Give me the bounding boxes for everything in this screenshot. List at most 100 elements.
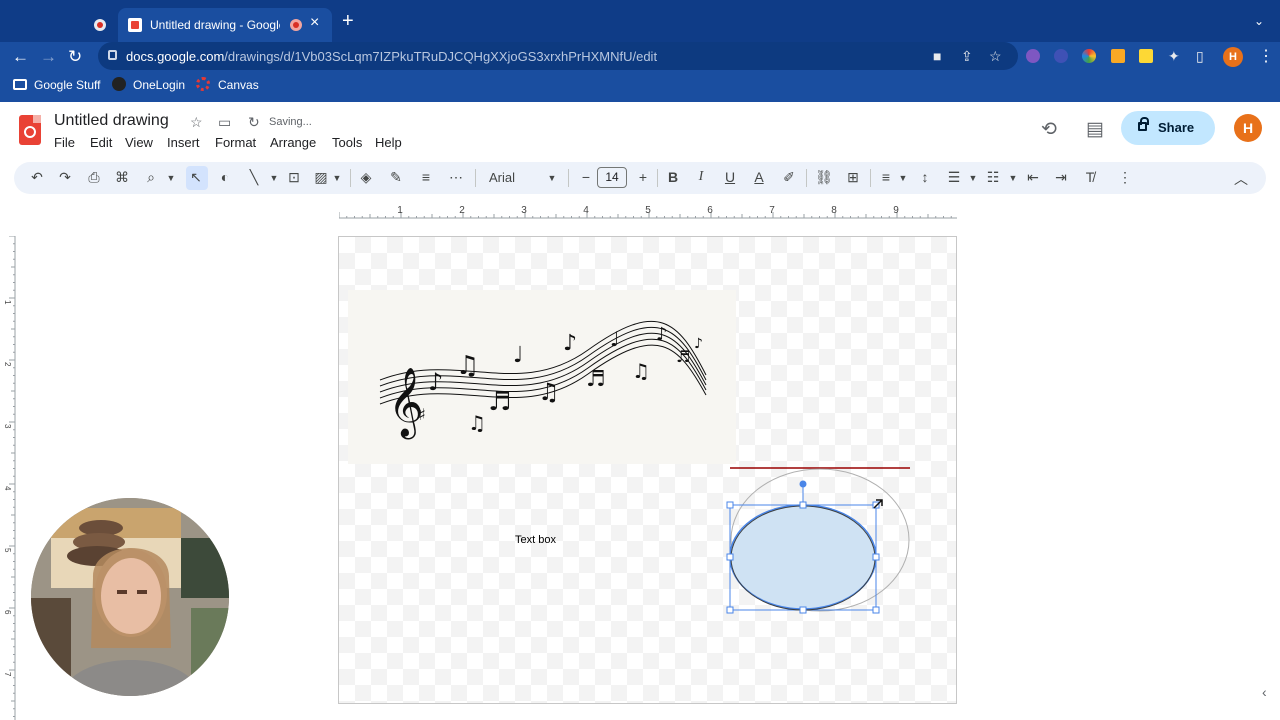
bulleted-list-icon[interactable]: ☰ bbox=[944, 169, 964, 186]
resize-handle[interactable] bbox=[799, 606, 807, 614]
extension-icon[interactable] bbox=[1026, 49, 1040, 63]
side-panel-toggle-icon[interactable]: ‹ bbox=[1262, 684, 1267, 700]
numbered-list-icon[interactable]: ☷ bbox=[983, 169, 1003, 186]
profile-avatar[interactable]: H bbox=[1223, 47, 1243, 67]
resize-handle[interactable] bbox=[726, 553, 734, 561]
menu-view[interactable]: View bbox=[125, 135, 153, 150]
underline-icon[interactable]: U bbox=[720, 169, 740, 185]
menu-file[interactable]: File bbox=[54, 135, 75, 150]
text-box-tool-icon[interactable]: ⊡ bbox=[284, 169, 304, 186]
separator bbox=[568, 169, 569, 187]
forward-icon[interactable]: → bbox=[40, 47, 57, 67]
resize-handle[interactable] bbox=[726, 606, 734, 614]
back-icon[interactable]: ← bbox=[12, 47, 29, 67]
move-folder-icon[interactable]: ▭ bbox=[218, 114, 231, 131]
separator bbox=[475, 169, 476, 187]
comments-icon[interactable]: ▤ bbox=[1086, 118, 1104, 141]
text-box[interactable]: Text box bbox=[515, 534, 556, 546]
undo-icon[interactable]: ↶ bbox=[27, 169, 47, 186]
version-history-icon[interactable]: ⟲ bbox=[1041, 118, 1057, 141]
side-panel-icon[interactable]: ▯ bbox=[1196, 48, 1204, 65]
resize-handle[interactable] bbox=[726, 501, 734, 509]
star-icon[interactable]: ☆ bbox=[190, 114, 203, 131]
menu-help[interactable]: Help bbox=[375, 135, 402, 150]
rotate-handle[interactable] bbox=[799, 480, 807, 488]
align-dropdown-icon[interactable]: ▼ bbox=[893, 173, 913, 183]
shape-tool-icon[interactable]: ◐ bbox=[215, 169, 235, 185]
collapse-toolbar-icon[interactable]: ︿ bbox=[1231, 169, 1251, 189]
text-color-icon[interactable]: A bbox=[749, 169, 769, 185]
increase-font-size-icon[interactable]: + bbox=[633, 169, 653, 185]
print-icon[interactable]: ⎙ bbox=[84, 169, 104, 186]
share-label: Share bbox=[1158, 120, 1195, 135]
menu-insert[interactable]: Insert bbox=[167, 135, 200, 150]
line-spacing-icon[interactable]: ↕ bbox=[915, 169, 935, 185]
decrease-font-size-icon[interactable]: − bbox=[576, 169, 596, 185]
border-weight-icon[interactable]: ≡ bbox=[416, 169, 436, 185]
active-tab[interactable]: Untitled drawing - Google Drawings × bbox=[118, 8, 332, 42]
highlight-icon[interactable]: ✐ bbox=[779, 169, 799, 186]
svg-text:𝄞: 𝄞 bbox=[388, 367, 423, 439]
close-tab-icon[interactable]: × bbox=[310, 14, 319, 32]
color-extension-icon[interactable] bbox=[1082, 49, 1096, 63]
horizontal-ruler[interactable]: 1 2 3 4 5 6 7 8 9 bbox=[339, 203, 957, 219]
resize-handle[interactable] bbox=[799, 501, 807, 509]
extension-icon[interactable] bbox=[1139, 49, 1153, 63]
resize-handle[interactable] bbox=[872, 553, 880, 561]
reload-icon[interactable]: ↻ bbox=[68, 47, 82, 67]
more-options-icon[interactable]: ⋮ bbox=[1115, 169, 1135, 186]
insert-link-icon[interactable]: ⛓ bbox=[814, 169, 834, 186]
bookmark-star-icon[interactable]: ☆ bbox=[989, 48, 1002, 65]
redo-icon[interactable]: ↷ bbox=[55, 169, 75, 186]
webcam-video bbox=[31, 498, 229, 696]
bookmark-google-stuff[interactable]: Google Stuff bbox=[34, 78, 101, 92]
increase-indent-icon[interactable]: ⇥ bbox=[1051, 169, 1071, 186]
italic-icon[interactable]: I bbox=[691, 169, 711, 185]
document-title[interactable]: Untitled drawing bbox=[54, 112, 169, 130]
vertical-ruler[interactable]: 1 2 3 4 5 6 7 bbox=[0, 236, 16, 720]
bookmark-canvas[interactable]: Canvas bbox=[218, 78, 259, 92]
extension-icon[interactable] bbox=[1054, 49, 1068, 63]
font-family-select[interactable]: Arial bbox=[489, 170, 515, 185]
border-color-icon[interactable]: ✎ bbox=[386, 169, 406, 186]
add-comment-icon[interactable]: ⊞ bbox=[843, 169, 863, 186]
tab-search-chevron-icon[interactable]: ⌄ bbox=[1254, 14, 1264, 28]
share-button[interactable]: Share bbox=[1121, 111, 1215, 145]
recording-tab-icon[interactable] bbox=[94, 19, 106, 31]
zoom-icon[interactable]: ⌕ bbox=[141, 169, 161, 186]
paint-format-icon[interactable]: ⌘ bbox=[112, 169, 132, 186]
new-tab-button[interactable]: + bbox=[342, 11, 354, 31]
url-text[interactable]: docs.google.com/drawings/d/1Vb03ScLqm7IZ… bbox=[126, 49, 657, 64]
timer-extension-icon[interactable] bbox=[1111, 49, 1125, 63]
select-tool-icon[interactable]: ↖ bbox=[186, 169, 206, 186]
bullet-dropdown-icon[interactable]: ▼ bbox=[963, 173, 983, 183]
border-dash-icon[interactable]: ⋯ bbox=[446, 169, 466, 186]
menu-arrange[interactable]: Arrange bbox=[270, 135, 316, 150]
fill-color-icon[interactable]: ◈ bbox=[356, 169, 376, 186]
lock-icon[interactable] bbox=[108, 50, 117, 60]
drawings-logo[interactable] bbox=[19, 115, 41, 145]
clear-formatting-icon[interactable]: T̸ bbox=[1080, 169, 1100, 185]
blue-ellipse[interactable] bbox=[729, 504, 877, 610]
menu-format[interactable]: Format bbox=[215, 135, 256, 150]
font-size-input[interactable]: 14 bbox=[597, 167, 627, 188]
line-tool-icon[interactable]: ╲ bbox=[244, 169, 264, 186]
numbered-dropdown-icon[interactable]: ▼ bbox=[1003, 173, 1023, 183]
music-notes-image[interactable]: 𝄞 ♪ ♫ ♬ ♩ ♫ ♪ ♬ ♩ ♫ ♪ ♬ ♪ ♫ ♯ bbox=[348, 290, 736, 464]
svg-text:♪: ♪ bbox=[563, 331, 577, 356]
camera-icon[interactable]: ■ bbox=[933, 48, 941, 64]
font-dropdown-icon[interactable]: ▼ bbox=[542, 173, 562, 183]
share-page-icon[interactable]: ⇪ bbox=[961, 48, 973, 65]
bold-icon[interactable]: B bbox=[663, 169, 683, 185]
menu-tools[interactable]: Tools bbox=[332, 135, 362, 150]
bookmark-onelogin[interactable]: OneLogin bbox=[133, 78, 185, 92]
extensions-puzzle-icon[interactable]: ✦ bbox=[1168, 48, 1180, 65]
image-dropdown-icon[interactable]: ▼ bbox=[327, 173, 347, 183]
user-avatar[interactable]: H bbox=[1234, 114, 1262, 142]
decrease-indent-icon[interactable]: ⇤ bbox=[1023, 169, 1043, 186]
browser-menu-icon[interactable]: ⋮ bbox=[1258, 46, 1274, 66]
zoom-dropdown-icon[interactable]: ▼ bbox=[161, 173, 181, 183]
resize-handle[interactable] bbox=[872, 606, 880, 614]
menu-edit[interactable]: Edit bbox=[90, 135, 112, 150]
line-dropdown-icon[interactable]: ▼ bbox=[264, 173, 284, 183]
